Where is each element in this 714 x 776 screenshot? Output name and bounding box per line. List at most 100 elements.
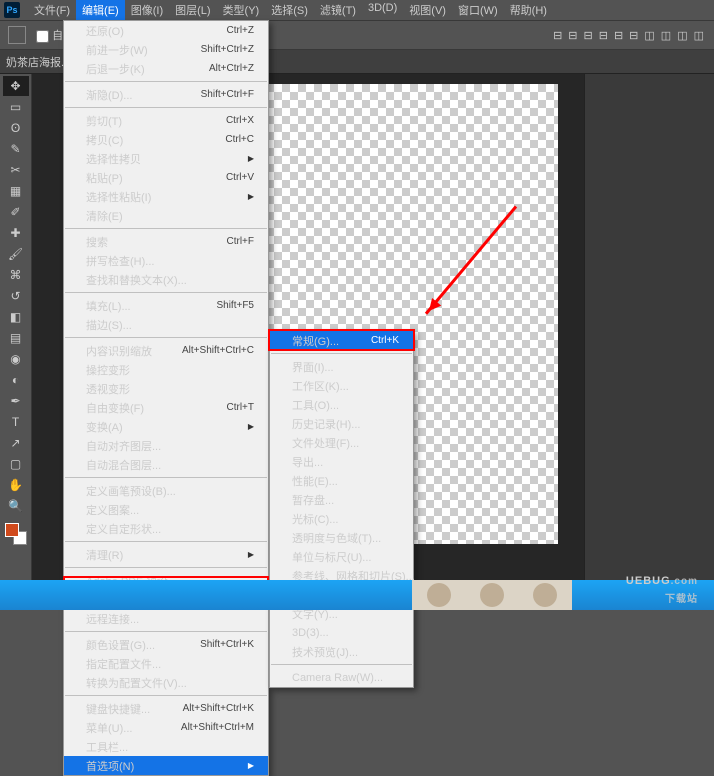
menu-item[interactable]: 定义自定形状... — [64, 519, 268, 538]
menu-item[interactable]: 清除(E) — [64, 206, 268, 225]
menu-item[interactable]: 描边(S)... — [64, 315, 268, 334]
menu-item[interactable]: 文件处理(F)... — [270, 433, 413, 452]
path-tool-icon[interactable]: ↗ — [3, 433, 29, 453]
menu-item[interactable]: Camera Raw(W)... — [270, 668, 413, 687]
eyedropper-tool-icon[interactable]: ✐ — [3, 202, 29, 222]
menu-item[interactable]: 转换为配置文件(V)... — [64, 673, 268, 692]
history-brush-tool-icon[interactable]: ↺ — [3, 286, 29, 306]
menu-item[interactable]: 首选项(N)▶ — [64, 756, 268, 775]
menu-item[interactable]: 自动混合图层... — [64, 455, 268, 474]
menu-item[interactable]: 定义画笔预设(B)... — [64, 481, 268, 500]
lasso-tool-icon[interactable]: ʘ — [3, 118, 29, 138]
align-icon[interactable]: ⊟ — [584, 29, 593, 42]
menu-item[interactable]: 粘贴(P)Ctrl+V — [64, 168, 268, 187]
align-icon[interactable]: ⊟ — [553, 29, 562, 42]
menu-item[interactable]: 变换(A)▶ — [64, 417, 268, 436]
menu-item[interactable]: 选择性拷贝▶ — [64, 149, 268, 168]
app-logo: Ps — [4, 2, 20, 18]
menu-item[interactable]: 键盘快捷键...Alt+Shift+Ctrl+K — [64, 699, 268, 718]
gradient-tool-icon[interactable]: ▤ — [3, 328, 29, 348]
distribute-icon[interactable]: ⊟ — [614, 29, 623, 42]
menu-item[interactable]: 操控变形 — [64, 360, 268, 379]
menu-item[interactable]: 3D(3)... — [270, 623, 413, 642]
move-tool-icon[interactable]: ✥ — [3, 76, 29, 96]
menu-item[interactable]: 透视变形 — [64, 379, 268, 398]
hand-tool-icon[interactable]: ✋ — [3, 475, 29, 495]
stamp-tool-icon[interactable]: ⌘ — [3, 265, 29, 285]
preferences-submenu[interactable]: 常规(G)...Ctrl+K 界面(I)...工作区(K)...工具(O)...历… — [269, 330, 414, 688]
menu-item[interactable]: 性能(E)... — [270, 471, 413, 490]
crop-tool-icon[interactable]: ✂ — [3, 160, 29, 180]
menu-item[interactable]: 图像(I) — [125, 0, 169, 21]
menubar: 文件(F)编辑(E)图像(I)图层(L)类型(Y)选择(S)滤镜(T)3D(D)… — [28, 0, 553, 21]
align-icon[interactable]: ⊟ — [568, 29, 577, 42]
menu-item[interactable]: 透明度与色域(T)... — [270, 528, 413, 547]
menu-item[interactable]: 视图(V) — [403, 0, 452, 21]
type-tool-icon[interactable]: T — [3, 412, 29, 432]
pen-tool-icon[interactable]: ✒ — [3, 391, 29, 411]
menu-item[interactable]: 拼写检查(H)... — [64, 251, 268, 270]
menu-item[interactable]: 帮助(H) — [504, 0, 553, 21]
menu-item[interactable]: 颜色设置(G)...Shift+Ctrl+K — [64, 635, 268, 654]
menu-item[interactable]: 自动对齐图层... — [64, 436, 268, 455]
menu-item[interactable]: 渐隐(D)...Shift+Ctrl+F — [64, 85, 268, 104]
menu-item[interactable]: 后退一步(K)Alt+Ctrl+Z — [64, 59, 268, 78]
mode-3d-icon[interactable]: ◫ — [661, 29, 671, 42]
menu-item[interactable]: 选择(S) — [265, 0, 314, 21]
menu-item[interactable]: 查找和替换文本(X)... — [64, 270, 268, 289]
distribute-icon[interactable]: ⊟ — [629, 29, 638, 42]
menu-item[interactable]: 技术预览(J)... — [270, 642, 413, 661]
menu-item[interactable]: 选择性粘贴(I)▶ — [64, 187, 268, 206]
edit-menu-dropdown[interactable]: 还原(O)Ctrl+Z前进一步(W)Shift+Ctrl+Z后退一步(K)Alt… — [63, 20, 269, 776]
dodge-tool-icon[interactable]: ◐ — [3, 370, 29, 390]
blur-tool-icon[interactable]: ◉ — [3, 349, 29, 369]
menu-item[interactable]: 图层(L) — [169, 0, 216, 21]
eraser-tool-icon[interactable]: ◧ — [3, 307, 29, 327]
mode-3d-icon[interactable]: ◫ — [644, 29, 654, 42]
zoom-tool-icon[interactable]: 🔍 — [3, 496, 29, 516]
taskbar — [0, 580, 714, 610]
menu-item[interactable]: 常规(G)...Ctrl+K — [270, 331, 413, 350]
mode-3d-icon[interactable]: ◫ — [694, 29, 704, 42]
menu-item[interactable]: 搜索Ctrl+F — [64, 232, 268, 251]
menu-item[interactable]: 拷贝(C)Ctrl+C — [64, 130, 268, 149]
mode-3d-icon[interactable]: ◫ — [677, 29, 687, 42]
menu-item[interactable]: 暂存盘... — [270, 490, 413, 509]
menu-item[interactable]: 指定配置文件... — [64, 654, 268, 673]
move-tool-icon — [8, 26, 26, 44]
menu-item[interactable]: 光标(C)... — [270, 509, 413, 528]
menu-item[interactable]: 远程连接... — [64, 609, 268, 628]
watermark: UEBUG.com 下载站 — [626, 567, 698, 605]
menu-item[interactable]: 工作区(K)... — [270, 376, 413, 395]
menu-item[interactable]: 3D(D) — [362, 0, 403, 21]
menu-item[interactable]: 定义图案... — [64, 500, 268, 519]
marquee-tool-icon[interactable]: ▭ — [3, 97, 29, 117]
patch-tool-icon[interactable]: ✚ — [3, 223, 29, 243]
menu-item[interactable]: 历史记录(H)... — [270, 414, 413, 433]
menu-item[interactable]: 导出... — [270, 452, 413, 471]
frame-tool-icon[interactable]: ▦ — [3, 181, 29, 201]
menu-item[interactable]: 清理(R)▶ — [64, 545, 268, 564]
menu-item[interactable]: 窗口(W) — [452, 0, 504, 21]
menu-item[interactable]: 菜单(U)...Alt+Shift+Ctrl+M — [64, 718, 268, 737]
menu-item[interactable]: 前进一步(W)Shift+Ctrl+Z — [64, 40, 268, 59]
align-icon[interactable]: ⊟ — [599, 29, 608, 42]
menu-item[interactable]: 剪切(T)Ctrl+X — [64, 111, 268, 130]
brush-tool-icon[interactable]: 🖌 — [3, 244, 29, 264]
menu-item[interactable]: 界面(I)... — [270, 357, 413, 376]
menu-item[interactable]: 工具(O)... — [270, 395, 413, 414]
menu-item[interactable]: 编辑(E) — [76, 0, 125, 21]
menu-item[interactable]: 文件(F) — [28, 0, 76, 21]
menu-item[interactable]: 内容识别缩放Alt+Shift+Ctrl+C — [64, 341, 268, 360]
menu-item[interactable]: 还原(O)Ctrl+Z — [64, 21, 268, 40]
color-swatches[interactable] — [5, 523, 27, 545]
menu-item[interactable]: 滤镜(T) — [314, 0, 362, 21]
rect-tool-icon[interactable]: ▢ — [3, 454, 29, 474]
menu-item[interactable]: 自由变换(F)Ctrl+T — [64, 398, 268, 417]
quick-select-tool-icon[interactable]: ✎ — [3, 139, 29, 159]
menu-item[interactable]: 单位与标尺(U)... — [270, 547, 413, 566]
menu-item[interactable]: 类型(Y) — [217, 0, 266, 21]
panels-right[interactable] — [584, 74, 714, 580]
menu-item[interactable]: 填充(L)...Shift+F5 — [64, 296, 268, 315]
menu-item[interactable]: 工具栏... — [64, 737, 268, 756]
